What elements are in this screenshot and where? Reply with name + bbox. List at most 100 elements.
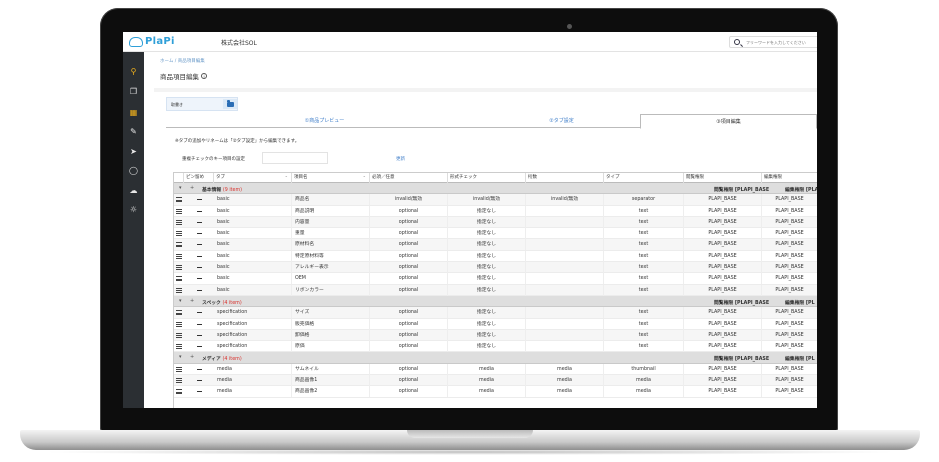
- drag-handle-icon[interactable]: [176, 321, 182, 327]
- cell-required[interactable]: optional: [370, 228, 448, 240]
- info-icon[interactable]: i: [201, 73, 207, 79]
- file-input[interactable]: 取書き: [166, 97, 238, 111]
- table-row[interactable]: basic 特定原材料等 optional 指定なし text PLAPI_BASE PLA…: [174, 250, 817, 263]
- cell-required[interactable]: optional: [370, 284, 448, 296]
- search-icon[interactable]: [734, 39, 740, 45]
- cell-digits[interactable]: invalid/無効: [526, 194, 604, 206]
- unpin-icon[interactable]: [197, 346, 202, 348]
- drag-handle-icon[interactable]: [176, 332, 182, 338]
- cell-view[interactable]: PLAPI_BASE: [684, 341, 762, 353]
- cell-digits[interactable]: [526, 273, 604, 285]
- cell-required[interactable]: optional: [370, 329, 448, 341]
- cell-tab[interactable]: basic: [214, 250, 292, 262]
- cell-required[interactable]: optional: [370, 386, 448, 398]
- header-pin[interactable]: ピン留め: [184, 173, 214, 183]
- cell-tab[interactable]: basic: [214, 194, 292, 206]
- cell-required[interactable]: optional: [370, 273, 448, 285]
- cell-format[interactable]: media: [448, 386, 526, 398]
- group-row[interactable]: ▾ + メディア (4 item) 閲覧権限 [PLAPI_BASE 編集権限 [PL: [174, 352, 817, 364]
- header-type[interactable]: タイプ: [604, 173, 684, 183]
- cell-type[interactable]: media: [604, 386, 684, 398]
- drag-handle-icon[interactable]: [176, 253, 182, 259]
- table-row[interactable]: basic 内容量 optional 指定なし text PLAPI_BASE PLAPI_…: [174, 216, 817, 229]
- cell-name[interactable]: アレルギー表示: [292, 262, 370, 274]
- update-link[interactable]: 更新: [396, 156, 405, 162]
- plapi-logo[interactable]: PlaPi: [129, 36, 175, 48]
- cell-edit[interactable]: PLAPI_BASE: [762, 217, 817, 228]
- cell-view[interactable]: PLAPI_BASE: [684, 284, 762, 296]
- cell-type[interactable]: text: [604, 216, 684, 228]
- cell-format[interactable]: media: [448, 363, 526, 375]
- drag-handle-icon[interactable]: [176, 287, 182, 293]
- cell-view[interactable]: PLAPI_BASE: [684, 205, 762, 217]
- cell-digits[interactable]: [526, 228, 604, 240]
- header-required[interactable]: 必須／任意: [370, 173, 448, 183]
- cell-type[interactable]: text: [604, 239, 684, 251]
- drag-handle-icon[interactable]: [176, 378, 182, 384]
- sort-icon[interactable]: ⌃: [285, 173, 288, 183]
- cell-digits[interactable]: [526, 341, 604, 353]
- cell-view[interactable]: PLAPI_BASE: [684, 318, 762, 330]
- cell-name[interactable]: リボンカラー: [292, 284, 370, 296]
- cell-digits[interactable]: [526, 262, 604, 274]
- cell-tab[interactable]: basic: [214, 262, 292, 274]
- table-row[interactable]: basic 商品名 invalid/無効 invalid/無効 invalid/無効 se…: [174, 194, 817, 206]
- table-row[interactable]: specification 販売価格 optional 指定なし text PLAPI_B…: [174, 318, 817, 330]
- tab-product-preview[interactable]: ①商品プレビュー: [166, 114, 483, 128]
- collapse-icon[interactable]: ▾: [179, 298, 182, 304]
- cell-required[interactable]: optional: [370, 307, 448, 319]
- table-row[interactable]: media サムネイル optional media media thumbnail PLA…: [174, 363, 817, 376]
- unpin-icon[interactable]: [197, 289, 202, 291]
- cell-format[interactable]: media: [448, 375, 526, 387]
- cell-tab[interactable]: specification: [214, 341, 292, 353]
- cell-type[interactable]: text: [604, 329, 684, 341]
- unpin-icon[interactable]: [197, 199, 202, 201]
- cell-name[interactable]: 商品名: [292, 194, 370, 206]
- breadcrumb[interactable]: ホーム / 商品項目編集: [160, 58, 205, 64]
- cell-edit[interactable]: PLAPI_BASE: [762, 228, 817, 239]
- drag-handle-icon[interactable]: [176, 276, 182, 282]
- cell-view[interactable]: PLAPI_BASE: [684, 239, 762, 251]
- unpin-icon[interactable]: [197, 391, 202, 393]
- cell-name[interactable]: サムネイル: [292, 363, 370, 375]
- collapse-icon[interactable]: ▾: [179, 354, 182, 360]
- cell-type[interactable]: text: [604, 250, 684, 262]
- cell-edit[interactable]: PLAPI_BASE: [762, 386, 817, 397]
- sidebar-item-edit-icon[interactable]: ▦: [128, 107, 139, 118]
- cell-tab[interactable]: basic: [214, 284, 292, 296]
- unpin-icon[interactable]: [197, 380, 202, 382]
- cell-digits[interactable]: [526, 318, 604, 330]
- cell-format[interactable]: 指定なし: [448, 216, 526, 228]
- tab-item-edit[interactable]: ③項目編集: [640, 114, 817, 129]
- duplicate-check-input[interactable]: [262, 152, 328, 164]
- unpin-icon[interactable]: [197, 368, 202, 370]
- cell-format[interactable]: invalid/無効: [448, 194, 526, 206]
- drag-handle-icon[interactable]: [176, 242, 182, 248]
- cell-tab[interactable]: media: [214, 363, 292, 375]
- folder-button[interactable]: [223, 99, 237, 109]
- table-row[interactable]: media 商品画像2 optional media media media PLAPI_B…: [174, 386, 817, 398]
- cell-name[interactable]: 商品画像1: [292, 375, 370, 387]
- cell-format[interactable]: 指定なし: [448, 262, 526, 274]
- cell-digits[interactable]: media: [526, 363, 604, 375]
- cell-format[interactable]: 指定なし: [448, 329, 526, 341]
- cell-edit[interactable]: PLAPI_BASE: [762, 239, 817, 250]
- drag-handle-icon[interactable]: [176, 197, 182, 203]
- unpin-icon[interactable]: [197, 323, 202, 325]
- cell-format[interactable]: 指定なし: [448, 307, 526, 319]
- cell-format[interactable]: 指定なし: [448, 205, 526, 217]
- cell-digits[interactable]: [526, 239, 604, 251]
- plus-icon[interactable]: +: [190, 354, 194, 360]
- cell-digits[interactable]: [526, 329, 604, 341]
- cell-edit[interactable]: PLAPI_BASE: [762, 273, 817, 284]
- cell-format[interactable]: 指定なし: [448, 341, 526, 353]
- cell-tab[interactable]: specification: [214, 329, 292, 341]
- cell-tab[interactable]: basic: [214, 228, 292, 240]
- cell-tab[interactable]: specification: [214, 318, 292, 330]
- cell-type[interactable]: text: [604, 318, 684, 330]
- table-row[interactable]: specification 卸価格 optional 指定なし text PLAPI_BA…: [174, 329, 817, 342]
- cell-view[interactable]: PLAPI_BASE: [684, 273, 762, 285]
- sidebar-bulb-icon[interactable]: ☼: [128, 204, 139, 215]
- unpin-icon[interactable]: [197, 221, 202, 223]
- cell-edit[interactable]: PLAPI_BASE: [762, 375, 817, 386]
